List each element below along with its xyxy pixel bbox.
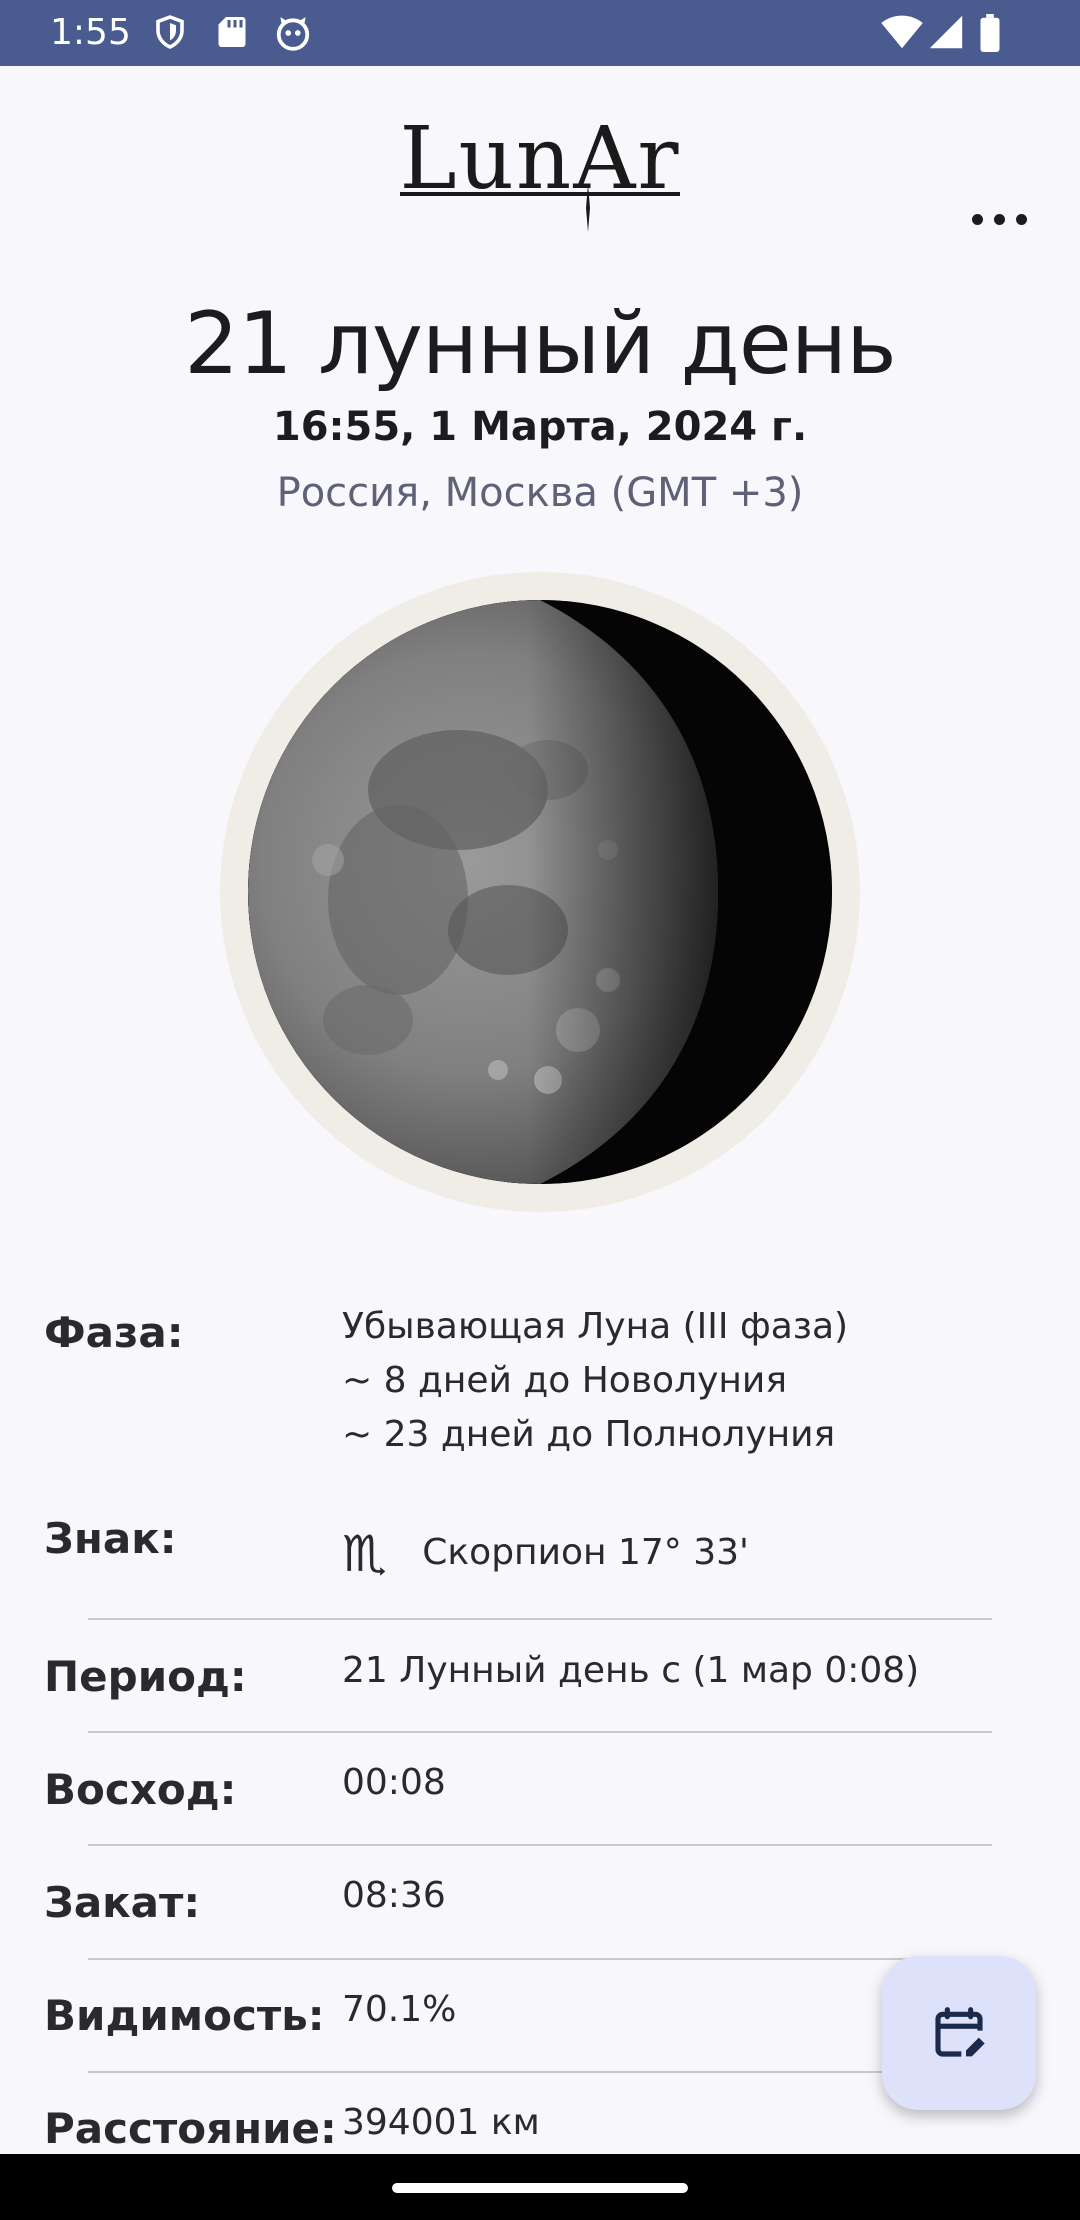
period-value: 21 Лунный день с (1 мар 0:08): [342, 1650, 920, 1691]
scorpio-icon: ♏: [342, 1525, 387, 1583]
visibility-label: Видимость:: [44, 1991, 325, 2040]
phase-value: Убывающая Луна (III фаза) ~ 8 дней до Но…: [342, 1300, 848, 1462]
cell-signal-icon: [929, 15, 963, 49]
sd-card-icon: [218, 17, 246, 47]
location-text[interactable]: Россия, Москва (GMT +3): [0, 470, 1080, 516]
phase-label: Фаза:: [44, 1308, 184, 1357]
distance-value: 394001 км: [342, 2102, 540, 2143]
moonset-label: Закат:: [44, 1878, 201, 1927]
distance-label: Расстояние:: [44, 2104, 337, 2153]
logo-needle-icon: [586, 184, 590, 232]
visibility-value: 70.1%: [342, 1989, 457, 2030]
divider: [88, 1618, 992, 1620]
moon-phase-graphic: [248, 600, 832, 1184]
moon-image: [248, 600, 832, 1184]
sign-value: Скорпион 17° 33': [422, 1532, 749, 1573]
more-options-button[interactable]: [966, 192, 1036, 246]
system-navigation-bar: [0, 2154, 1080, 2220]
logo-strike-line: [400, 192, 680, 196]
status-bar: 1:55: [0, 0, 1080, 66]
moonrise-value: 00:08: [342, 1762, 446, 1803]
phase-line-1: Убывающая Луна (III фаза): [342, 1306, 849, 1347]
moon-image-frame: [220, 572, 860, 1212]
app-bar: LunAr: [0, 66, 1080, 232]
lunar-day-title: 21 лунный день: [184, 294, 897, 394]
period-label: Период:: [44, 1652, 247, 1701]
moonrise-label: Восход:: [44, 1765, 237, 1814]
battery-icon: [980, 14, 1000, 52]
phase-line-2: ~ 8 дней до Новолуния: [342, 1360, 787, 1401]
divider: [88, 1731, 992, 1733]
divider: [88, 1844, 992, 1846]
divider: [88, 1958, 992, 1960]
sign-label: Знак:: [44, 1514, 177, 1563]
edit-date-fab[interactable]: [882, 1956, 1036, 2110]
moonset-value: 08:36: [342, 1875, 446, 1916]
phase-line-3: ~ 23 дней до Полнолуния: [342, 1414, 836, 1455]
app-logo: LunAr: [399, 109, 681, 209]
sign-value-row: ♏ Скорпион 17° 33': [342, 1526, 749, 1581]
home-gesture-handle[interactable]: [392, 2183, 688, 2193]
shield-icon: [156, 15, 184, 49]
datetime-text: 16:55, 1 Марта, 2024 г.: [272, 404, 808, 450]
assistant-face-icon: [276, 17, 310, 51]
divider: [88, 2071, 992, 2073]
status-time: 1:55: [50, 12, 131, 53]
wifi-icon: [881, 15, 923, 49]
calendar-edit-icon: [935, 2007, 985, 2057]
